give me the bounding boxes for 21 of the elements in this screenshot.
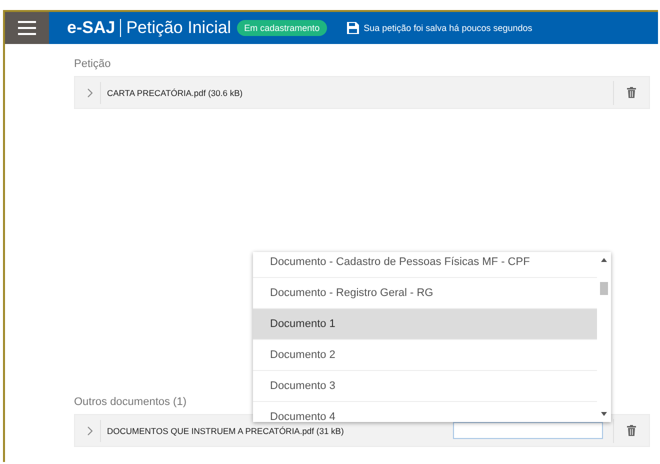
save-status: Sua petição foi salva há poucos segundos: [364, 23, 532, 33]
dropdown-option[interactable]: Documento 3: [253, 371, 597, 402]
brand-name: e-SAJ: [67, 18, 116, 38]
chevron-icon: [86, 88, 92, 98]
title-separator: [120, 19, 122, 37]
file-name: DOCUMENTOS QUE INSTRUEM A PRECATÓRIA.pdf (31 kB): [107, 426, 345, 436]
file-name: CARTA PRECATÓRIA.pdf (30.6 kB): [107, 88, 244, 98]
menu-icon: [18, 21, 36, 35]
dropdown-option[interactable]: Documento - Cadastro de Pessoas Físicas MF - CPF: [253, 252, 597, 278]
status-badge: Em cadastramento: [237, 20, 327, 36]
trash-icon: [627, 425, 636, 436]
menu-button[interactable]: [5, 12, 49, 44]
section-label: Outros documentos (1): [74, 396, 188, 408]
dropdown-option[interactable]: Documento 2: [253, 340, 597, 371]
scrollbar[interactable]: [597, 252, 611, 422]
input-field[interactable]: [453, 422, 603, 439]
trash-icon: [627, 87, 636, 98]
section-label: Petição: [74, 58, 112, 70]
dropdown-option[interactable]: Documento 1: [253, 309, 597, 340]
page-title: Petição Inicial: [126, 18, 232, 38]
chevron-icon: [86, 426, 92, 436]
